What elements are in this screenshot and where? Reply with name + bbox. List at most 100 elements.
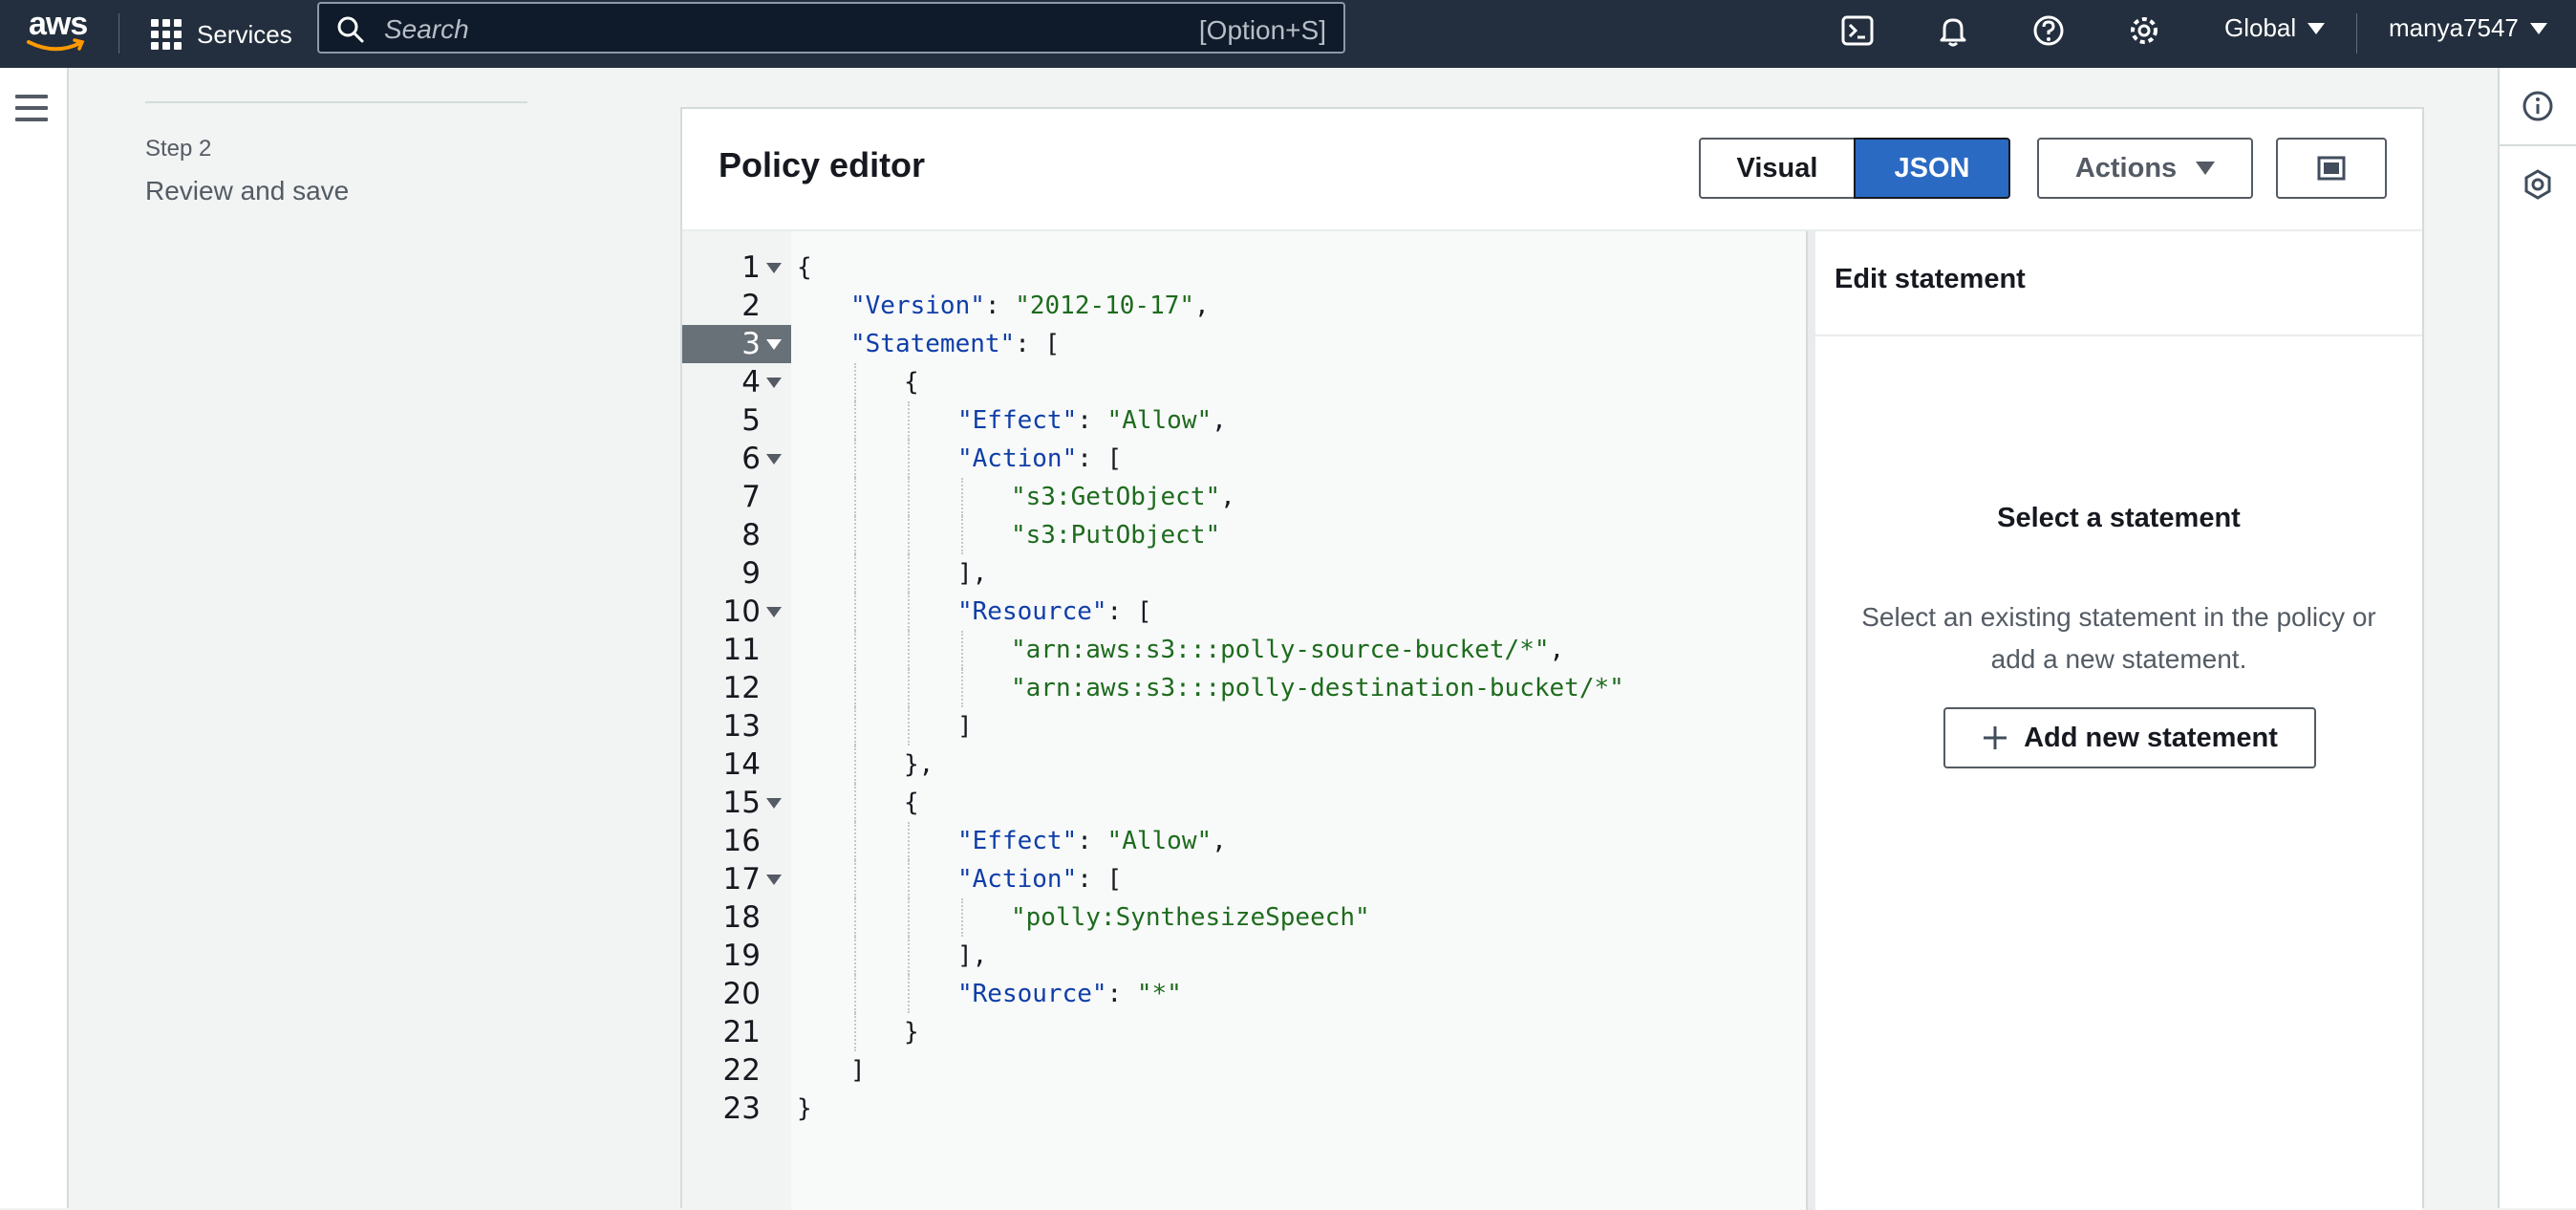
code-line[interactable]: 16 "Effect": "Allow",: [682, 822, 1806, 860]
account-menu[interactable]: manya7547: [2389, 13, 2547, 43]
code-line[interactable]: 12 "arn:aws:s3:::polly-destination-bucket…: [682, 669, 1806, 707]
code-line[interactable]: 8 "s3:PutObject": [682, 516, 1806, 554]
add-new-statement-label: Add new statement: [2024, 722, 2278, 753]
code-line[interactable]: 10 "Resource": [: [682, 593, 1806, 631]
code-line[interactable]: 17 "Action": [: [682, 860, 1806, 898]
fold-toggle-icon[interactable]: [766, 378, 782, 388]
json-mode-button[interactable]: JSON: [1854, 138, 2010, 199]
code-line[interactable]: 7 "s3:GetObject",: [682, 478, 1806, 516]
code-text: "polly:SynthesizeSpeech": [1011, 903, 1370, 932]
indent-guide: [854, 440, 856, 478]
visual-mode-button[interactable]: Visual: [1699, 138, 1856, 199]
code-line[interactable]: 6 "Action": [: [682, 440, 1806, 478]
line-number: 21: [722, 1015, 761, 1049]
line-number: 15: [722, 786, 761, 820]
line-number: 9: [741, 556, 761, 591]
indent-guide: [908, 975, 910, 1013]
code-line[interactable]: 14},: [682, 745, 1806, 784]
indent-guide: [908, 554, 910, 593]
code-line[interactable]: 18 "polly:SynthesizeSpeech": [682, 898, 1806, 937]
code-text: "s3:PutObject": [1011, 521, 1221, 550]
line-number: 22: [722, 1053, 761, 1088]
search-input[interactable]: [382, 10, 1150, 50]
aws-logo[interactable]: aws: [25, 6, 92, 55]
code-text: },: [904, 750, 934, 779]
code-text: "Resource": [: [957, 597, 1152, 626]
fold-toggle-icon[interactable]: [766, 454, 782, 465]
settings-gear-icon[interactable]: [2125, 11, 2163, 50]
step-title-review-and-save[interactable]: Review and save: [145, 176, 349, 206]
code-line[interactable]: 13]: [682, 707, 1806, 745]
split-panel-icon: [2317, 156, 2346, 181]
info-icon[interactable]: [2519, 87, 2557, 125]
indent-guide: [854, 1013, 856, 1051]
nav-divider: [2356, 13, 2357, 54]
actions-dropdown-button[interactable]: Actions: [2037, 138, 2253, 199]
line-number: 6: [741, 442, 761, 476]
code-text: "arn:aws:s3:::polly-destination-bucket/*…: [1011, 674, 1624, 702]
code-line[interactable]: 20 "Resource": "*": [682, 975, 1806, 1013]
code-lines[interactable]: 1{2 "Version": "2012-10-17", 3 "Statement":…: [682, 248, 1806, 1128]
code-line[interactable]: 22]: [682, 1051, 1806, 1090]
fold-toggle-icon[interactable]: [766, 263, 782, 273]
search-box[interactable]: [Option+S]: [317, 2, 1345, 54]
indent-guide: [908, 898, 910, 937]
code-line[interactable]: 9],: [682, 554, 1806, 593]
actions-caret-icon: [2196, 162, 2216, 175]
step-number: Step 2: [145, 136, 212, 162]
help-icon[interactable]: [2029, 11, 2068, 50]
code-line[interactable]: 19],: [682, 937, 1806, 975]
fold-toggle-icon[interactable]: [766, 339, 782, 350]
indent-guide: [961, 898, 963, 937]
code-line[interactable]: 23}: [682, 1090, 1806, 1128]
code-line[interactable]: 4{: [682, 363, 1806, 401]
notifications-bell-icon[interactable]: [1934, 11, 1972, 50]
indent-guide: [854, 975, 856, 1013]
region-selector[interactable]: Global: [2224, 13, 2326, 43]
account-name: manya7547: [2389, 13, 2519, 42]
editor-mode-toggle: Visual JSON: [1699, 138, 2010, 199]
code-line[interactable]: 3 "Statement": [: [682, 325, 1806, 363]
code-line[interactable]: 11 "arn:aws:s3:::polly-source-bucket/*",: [682, 631, 1806, 669]
indent-guide: [854, 784, 856, 822]
line-number: 12: [722, 671, 761, 705]
code-text: "Version": "2012-10-17",: [850, 292, 1210, 320]
security-hexagon-icon[interactable]: [2519, 165, 2557, 204]
code-line[interactable]: 5 "Effect": "Allow",: [682, 401, 1806, 440]
code-line[interactable]: 21}: [682, 1013, 1806, 1051]
edit-statement-title: Edit statement: [1835, 264, 2026, 294]
indent-guide: [961, 478, 963, 516]
services-menu-button[interactable]: Services: [151, 15, 292, 54]
panel-resize-handle[interactable]: [1806, 231, 1815, 1210]
cloudshell-icon[interactable]: [1838, 11, 1877, 50]
rail-divider: [2500, 144, 2576, 146]
menu-hamburger-icon[interactable]: [15, 95, 48, 129]
fold-toggle-icon[interactable]: [766, 875, 782, 885]
add-new-statement-button[interactable]: Add new statement: [1943, 707, 2316, 768]
indent-guide: [961, 631, 963, 669]
search-icon: [337, 16, 364, 43]
indent-guide: [961, 669, 963, 707]
line-number: 14: [722, 747, 761, 782]
code-line[interactable]: 15 {: [682, 784, 1806, 822]
indent-guide: [908, 669, 910, 707]
json-code-editor[interactable]: 1{2 "Version": "2012-10-17", 3 "Statement":…: [682, 231, 1806, 1210]
code-line[interactable]: 2 "Version": "2012-10-17",: [682, 287, 1806, 325]
line-number: 2: [741, 289, 761, 323]
fold-toggle-icon[interactable]: [766, 607, 782, 617]
code-line[interactable]: 1{: [682, 248, 1806, 287]
indent-guide: [854, 822, 856, 860]
line-number: 5: [741, 403, 761, 438]
line-number: 19: [722, 939, 761, 973]
line-number: 16: [722, 824, 761, 858]
code-text: ]: [850, 1056, 866, 1085]
indent-guide: [908, 401, 910, 440]
indent-guide: [961, 516, 963, 554]
line-number: 17: [722, 862, 761, 897]
top-navigation-bar: aws Services [Option+S] Global man: [0, 0, 2576, 68]
line-number: 4: [741, 365, 761, 400]
region-label: Global: [2224, 13, 2297, 42]
split-view-toggle-button[interactable]: [2276, 138, 2387, 199]
page-title: Policy editor: [719, 145, 926, 184]
fold-toggle-icon[interactable]: [766, 798, 782, 809]
